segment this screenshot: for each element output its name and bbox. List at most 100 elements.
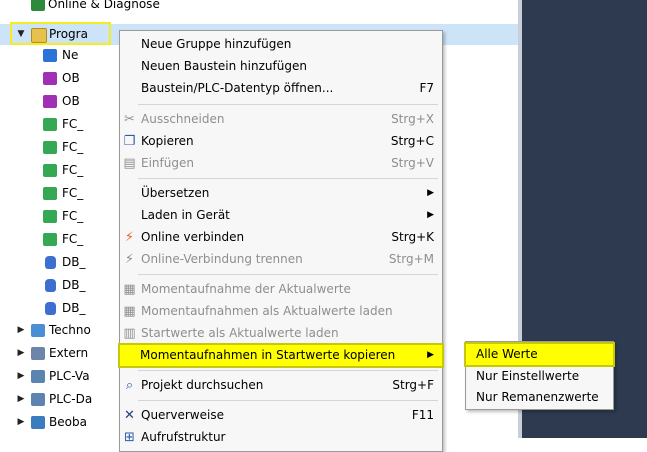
watch-tables-icon	[31, 416, 45, 429]
menu-item-shortcut: F7	[419, 81, 434, 95]
menu-item-compile[interactable]: Übersetzen ▶	[120, 183, 442, 204]
menu-item-load-start-values-as-actual[interactable]: ▥ Startwerte als Aktualwerte laden	[120, 323, 442, 344]
cross-reference-icon: ✕	[124, 408, 135, 423]
tree-item-label: FC_	[62, 117, 84, 131]
fc-block-icon	[43, 141, 57, 154]
menu-item-label: Startwerte als Aktualwerte laden	[141, 326, 339, 340]
tree-item-label: FC_	[62, 186, 84, 200]
submenu-item-retentive-values[interactable]: Nur Remanenzwerte	[466, 387, 613, 408]
tree-item-label: Techno	[49, 323, 91, 337]
tree-item-label: FC_	[62, 140, 84, 154]
menu-item-label: Übersetzen	[141, 186, 210, 200]
menu-item-cross-references[interactable]: ✕ Querverweise F11	[120, 405, 442, 426]
submenu-arrow-icon: ▶	[427, 210, 434, 220]
submenu-item-setpoint-values[interactable]: Nur Einstellwerte	[466, 366, 613, 387]
menu-item-shortcut: Strg+F	[392, 378, 434, 392]
scissors-icon: ✂	[124, 112, 135, 127]
menu-item-label: Neuen Baustein hinzufügen	[141, 59, 307, 73]
go-online-icon: ⚡	[124, 230, 135, 245]
menu-item-shortcut: Strg+M	[388, 252, 434, 266]
menu-item-label: Momentaufnahmen als Aktualwerte laden	[141, 304, 393, 318]
menu-item-shortcut: Strg+K	[391, 230, 434, 244]
db-block-icon	[45, 279, 56, 292]
tree-item-label: FC_	[62, 209, 84, 223]
submenu-item-all-values[interactable]: Alle Werte	[464, 342, 615, 367]
menu-item-go-online[interactable]: ⚡ Online verbinden Strg+K	[120, 227, 442, 248]
highlight-frame	[10, 22, 111, 45]
copy-icon: ❐	[123, 134, 136, 149]
fc-block-icon	[43, 118, 57, 131]
menu-item-new-block[interactable]: Neuen Baustein hinzufügen	[120, 56, 442, 77]
menu-item-shortcut: Strg+V	[391, 156, 434, 170]
tree-item-label: Ne	[62, 48, 79, 62]
expand-arrow-icon[interactable]: ▶	[16, 412, 26, 433]
menu-separator	[138, 370, 438, 371]
technology-objects-icon	[31, 324, 45, 337]
plc-datatypes-icon	[31, 393, 45, 406]
db-block-icon	[45, 256, 56, 269]
menu-item-label: Einfügen	[141, 156, 194, 170]
tree-item-label: OB	[62, 71, 80, 85]
menu-item-cut[interactable]: ✂ Ausschneiden Strg+X	[120, 109, 442, 130]
fc-block-icon	[43, 187, 57, 200]
menu-item-snapshot-actual-values[interactable]: ▦ Momentaufnahme der Aktualwerte	[120, 279, 442, 300]
fc-block-icon	[43, 164, 57, 177]
tree-item-label: FC_	[62, 163, 84, 177]
tree-item-label: OB	[62, 94, 80, 108]
submenu-item-label: Alle Werte	[476, 347, 538, 361]
submenu-item-label: Nur Einstellwerte	[476, 369, 580, 383]
menu-item-copy-snapshots-to-start-values[interactable]: Momentaufnahmen in Startwerte kopieren ▶	[118, 343, 444, 368]
start-values-icon: ▥	[123, 326, 136, 341]
menu-item-shortcut: F11	[411, 408, 434, 422]
context-submenu: Alle Werte Nur Einstellwerte Nur Remanen…	[464, 341, 615, 410]
menu-item-label: Laden in Gerät	[141, 208, 230, 222]
menu-item-label: Momentaufnahme der Aktualwerte	[141, 282, 351, 296]
db-block-icon	[45, 302, 56, 315]
tree-item-label: Online & Diagnose	[48, 0, 160, 11]
submenu-arrow-icon: ▶	[427, 188, 434, 198]
paste-icon: ▤	[123, 156, 136, 171]
tree-item-label: FC_	[62, 232, 84, 246]
menu-item-label: Neue Gruppe hinzufügen	[141, 37, 292, 51]
ob-block-icon	[43, 95, 57, 108]
context-menu: Neue Gruppe hinzufügen Neuen Baustein hi…	[118, 30, 444, 452]
menu-item-download-to-device[interactable]: Laden in Gerät ▶	[120, 205, 442, 226]
tree-item-label: DB_	[62, 255, 86, 269]
menu-item-go-offline[interactable]: ⚡ Online-Verbindung trennen Strg+M	[120, 249, 442, 270]
expand-arrow-icon[interactable]: ▶	[16, 343, 26, 364]
menu-item-label: Momentaufnahmen in Startwerte kopieren	[140, 348, 396, 362]
expand-arrow-icon[interactable]: ▶	[16, 320, 26, 341]
menu-item-copy[interactable]: ❐ Kopieren Strg+C	[120, 131, 442, 152]
submenu-arrow-icon: ▶	[427, 350, 434, 360]
tree-item-label: Extern	[49, 346, 89, 360]
menu-item-label: Online verbinden	[141, 230, 245, 244]
go-offline-icon: ⚡	[124, 252, 135, 267]
tree-item-label: PLC-Va	[49, 369, 90, 383]
online-diagnose-icon	[31, 0, 45, 11]
menu-item-shortcut: Strg+C	[390, 134, 434, 148]
menu-item-label: Projekt durchsuchen	[141, 378, 264, 392]
fc-block-icon	[43, 233, 57, 246]
expand-arrow-icon[interactable]: ▶	[16, 389, 26, 410]
tree-item-label: DB_	[62, 301, 86, 315]
menu-item-open-block[interactable]: Baustein/PLC-Datentyp öffnen... F7	[120, 78, 442, 99]
menu-item-search-project[interactable]: ⌕ Projekt durchsuchen Strg+F	[120, 375, 442, 396]
add-new-block-icon	[43, 49, 57, 62]
expand-arrow-icon[interactable]: ▶	[16, 366, 26, 387]
tree-item-label: Beoba	[49, 415, 87, 429]
submenu-item-label: Nur Remanenzwerte	[476, 390, 599, 404]
load-snapshot-icon: ▦	[123, 304, 136, 319]
tree-item-label: DB_	[62, 278, 86, 292]
menu-item-load-snapshots-as-actual[interactable]: ▦ Momentaufnahmen als Aktualwerte laden	[120, 301, 442, 322]
plc-variables-icon	[31, 370, 45, 383]
menu-item-label: Ausschneiden	[141, 112, 225, 126]
snapshot-icon: ▦	[123, 282, 136, 297]
menu-item-shortcut: Strg+X	[391, 112, 434, 126]
search-project-icon: ⌕	[125, 378, 134, 393]
menu-item-label: Baustein/PLC-Datentyp öffnen...	[141, 81, 334, 95]
menu-item-paste[interactable]: ▤ Einfügen Strg+V	[120, 153, 442, 174]
menu-item-label: Online-Verbindung trennen	[141, 252, 303, 266]
menu-item-label: Kopieren	[141, 134, 194, 148]
menu-item-new-group[interactable]: Neue Gruppe hinzufügen	[120, 34, 442, 55]
ob-block-icon	[43, 72, 57, 85]
